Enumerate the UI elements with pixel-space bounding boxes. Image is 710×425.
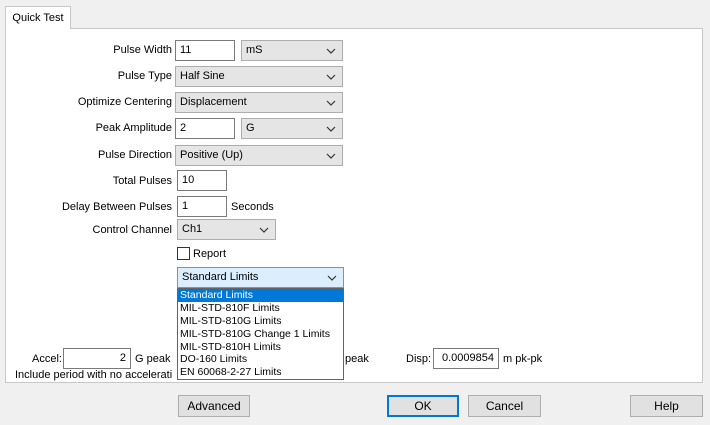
pulse-type-select[interactable]: Half Sine: [175, 66, 343, 87]
delay-between-pulses-input[interactable]: 1: [177, 196, 227, 217]
cancel-button[interactable]: Cancel: [468, 395, 541, 417]
limits-option[interactable]: EN 60068-2-27 Limits: [178, 366, 343, 379]
include-period-note: Include period with no accelerati: [15, 369, 173, 381]
chevron-down-icon: [259, 220, 269, 239]
accel-value: 2: [63, 348, 131, 369]
pulse-direction-value: Positive (Up): [180, 149, 243, 161]
delay-between-pulses-label: Delay Between Pulses: [61, 201, 172, 213]
pulse-type-value: Half Sine: [180, 70, 225, 82]
optimize-centering-label: Optimize Centering: [77, 96, 172, 108]
chevron-down-icon: [327, 268, 337, 287]
optimize-centering-value: Displacement: [180, 96, 247, 108]
chevron-down-icon: [326, 119, 336, 138]
chevron-down-icon: [326, 67, 336, 86]
limits-value: Standard Limits: [182, 271, 259, 283]
pulse-direction-label: Pulse Direction: [98, 149, 172, 161]
limits-option[interactable]: MIL-STD-810G Change 1 Limits: [178, 328, 343, 341]
pulse-width-input[interactable]: 11: [175, 40, 235, 61]
disp-unit: m pk-pk: [503, 353, 543, 365]
pulse-width-label: Pulse Width: [113, 44, 172, 56]
pulse-type-label: Pulse Type: [117, 70, 172, 82]
control-channel-select[interactable]: Ch1: [177, 219, 276, 240]
disp-value: 0.0009854: [433, 348, 499, 369]
peak-amplitude-label: Peak Amplitude: [95, 122, 172, 134]
control-channel-value: Ch1: [182, 223, 203, 235]
delay-unit-label: Seconds: [231, 201, 274, 213]
control-channel-label: Control Channel: [92, 224, 173, 236]
limits-option[interactable]: MIL-STD-810G Limits: [178, 315, 343, 328]
help-button[interactable]: Help: [630, 395, 703, 417]
limits-option[interactable]: MIL-STD-810H Limits: [178, 341, 343, 354]
pulse-width-unit-value: mS: [246, 44, 263, 56]
chevron-down-icon: [326, 146, 336, 165]
peak-amplitude-input[interactable]: 2: [175, 118, 235, 139]
limits-dropdown-list: Standard Limits MIL-STD-810F Limits MIL-…: [177, 288, 344, 380]
chevron-down-icon: [326, 41, 336, 60]
peak-amplitude-unit-select[interactable]: G: [241, 118, 343, 139]
ok-button[interactable]: OK: [387, 395, 459, 417]
report-label: Report: [193, 248, 227, 260]
total-pulses-label: Total Pulses: [112, 175, 172, 187]
limits-select[interactable]: Standard Limits: [177, 267, 344, 288]
vel-unit-fragment: peak: [345, 353, 369, 365]
accel-unit: G peak: [135, 353, 171, 365]
chevron-down-icon: [326, 93, 336, 112]
limits-option[interactable]: Standard Limits: [178, 289, 343, 302]
pulse-width-unit-select[interactable]: mS: [241, 40, 343, 61]
accel-label: Accel:: [32, 353, 62, 365]
peak-amplitude-unit-value: G: [246, 122, 255, 134]
report-checkbox[interactable]: [177, 247, 190, 260]
total-pulses-input[interactable]: 10: [177, 170, 227, 191]
advanced-button[interactable]: Advanced: [178, 395, 250, 417]
disp-label: Disp:: [406, 353, 432, 365]
pulse-direction-select[interactable]: Positive (Up): [175, 145, 343, 166]
limits-option[interactable]: MIL-STD-810F Limits: [178, 302, 343, 315]
limits-option[interactable]: DO-160 Limits: [178, 353, 343, 366]
optimize-centering-select[interactable]: Displacement: [175, 92, 343, 113]
tab-quick-test[interactable]: Quick Test: [5, 6, 71, 29]
